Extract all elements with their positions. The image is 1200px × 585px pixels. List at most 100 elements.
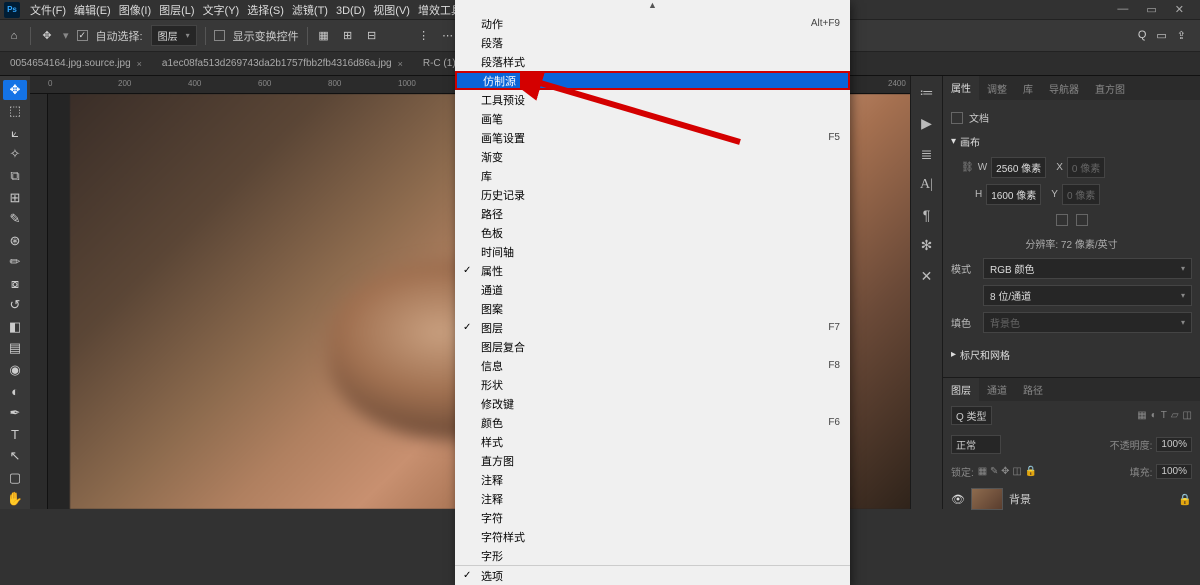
workspace-icon[interactable]: ▭ [1156, 29, 1166, 42]
rail-paragraph-icon[interactable]: ¶ [923, 207, 931, 223]
height-field[interactable]: 1600 像素 [986, 184, 1041, 205]
menu-item[interactable]: 渐变 [455, 147, 850, 166]
lasso-tool[interactable]: ⟀ [3, 123, 27, 143]
close-tab-icon[interactable]: × [398, 59, 403, 69]
history-brush-tool[interactable]: ↺ [3, 295, 27, 315]
panel-tab[interactable]: 属性 [943, 76, 979, 100]
menu-item[interactable]: 字形 [455, 546, 850, 565]
panel-tab[interactable]: 通道 [979, 378, 1015, 401]
menu-item[interactable]: 库 [455, 166, 850, 185]
auto-select-checkbox[interactable] [77, 30, 88, 41]
rail-icon-1[interactable]: ≔ [920, 84, 934, 101]
home-icon[interactable]: ⌂ [6, 28, 22, 44]
menu-item[interactable]: 动作Alt+F9 [455, 14, 850, 33]
marquee-tool[interactable]: ⬚ [3, 102, 27, 122]
share-icon[interactable]: ⇪ [1177, 29, 1186, 42]
menu-item[interactable]: 图案 [455, 299, 850, 318]
ruler-grid-section[interactable]: 标尺和网格 [960, 347, 1010, 362]
panel-tab[interactable]: 路径 [1015, 378, 1051, 401]
close-button[interactable]: ✕ [1171, 3, 1188, 16]
bit-depth-select[interactable]: 8 位/通道▾ [983, 285, 1192, 306]
menu-item[interactable]: 修改键 [455, 394, 850, 413]
align-icon[interactable]: ▦ [316, 28, 332, 44]
stamp-tool[interactable]: ⧇ [3, 274, 27, 294]
auto-select-target[interactable]: 图层▾ [151, 25, 197, 46]
menu-item[interactable]: 形状 [455, 375, 850, 394]
menu-item[interactable]: 通道 [455, 280, 850, 299]
menu-item[interactable]: ✓图层F7 [455, 318, 850, 337]
menu-item[interactable]: 图层复合 [455, 337, 850, 356]
menu-item[interactable]: 样式 [455, 432, 850, 451]
layer-kind-select[interactable]: Q 类型 [951, 406, 992, 425]
menu-图层(L)[interactable]: 图层(L) [155, 3, 198, 19]
type-tool[interactable]: T [3, 425, 27, 445]
portrait-icon[interactable] [1056, 214, 1068, 226]
rail-type-icon[interactable]: A| [920, 177, 933, 193]
menu-item[interactable]: 段落 [455, 33, 850, 52]
document-tab[interactable]: 0054654164.jpg.source.jpg× [0, 54, 152, 73]
brush-tool[interactable]: ✏ [3, 252, 27, 272]
fill-field[interactable]: 100% [1156, 464, 1192, 479]
y-field[interactable]: 0 像素 [1062, 184, 1100, 205]
gradient-tool[interactable]: ▤ [3, 339, 27, 359]
menu-item[interactable]: 注释 [455, 470, 850, 489]
crop-tool[interactable]: ⧉ [3, 166, 27, 186]
panel-tab[interactable]: 导航器 [1041, 77, 1087, 100]
menu-item[interactable]: 段落样式 [455, 52, 850, 71]
menu-item[interactable]: 工具预设 [455, 90, 850, 109]
menu-item[interactable]: 画笔 [455, 109, 850, 128]
frame-tool[interactable]: ⊞ [3, 188, 27, 208]
menu-item[interactable]: 字符 [455, 508, 850, 527]
menu-item-options[interactable]: ✓选项 [455, 566, 850, 585]
distribute-icon-2[interactable]: ⋯ [440, 28, 456, 44]
lock-icons[interactable]: ▦ ✎ ✥ ◫ 🔒 [978, 466, 1037, 477]
minimize-button[interactable]: — [1113, 3, 1132, 16]
eyedropper-tool[interactable]: ✎ [3, 209, 27, 229]
menu-滤镜(T)[interactable]: 滤镜(T) [288, 3, 332, 19]
menu-item[interactable]: 时间轴 [455, 242, 850, 261]
width-field[interactable]: 2560 像素 [991, 157, 1046, 178]
menu-编辑(E)[interactable]: 编辑(E) [70, 3, 115, 19]
menu-item[interactable]: ✓属性 [455, 261, 850, 280]
search-icon[interactable]: Q [1138, 29, 1147, 42]
menu-文件(F)[interactable]: 文件(F) [26, 3, 70, 19]
menu-图像(I)[interactable]: 图像(I) [115, 3, 155, 19]
wand-tool[interactable]: ✧ [3, 145, 27, 165]
close-tab-icon[interactable]: × [137, 59, 142, 69]
document-tab[interactable]: a1ec08fa513d269743da2b1757fbb2fb4316d86a… [152, 54, 413, 73]
menu-文字(Y)[interactable]: 文字(Y) [199, 3, 244, 19]
layer-row-background[interactable]: 👁 背景 🔒 [943, 484, 1200, 514]
filter-shape-icon[interactable]: ▱ [1171, 410, 1179, 421]
menu-视图(V)[interactable]: 视图(V) [369, 3, 414, 19]
opacity-field[interactable]: 100% [1156, 437, 1192, 452]
scroll-up-arrow[interactable]: ▲ [455, 0, 850, 14]
align-icon-3[interactable]: ⊟ [364, 28, 380, 44]
align-icon-2[interactable]: ⊞ [340, 28, 356, 44]
move-tool[interactable]: ✥ [3, 80, 27, 100]
rail-play-icon[interactable]: ▶ [921, 115, 932, 132]
blend-mode-select[interactable]: 正常 [951, 435, 1001, 454]
menu-item[interactable]: 路径 [455, 204, 850, 223]
panel-tab[interactable]: 图层 [943, 378, 979, 402]
fill-select[interactable]: 背景色▾ [983, 312, 1192, 333]
landscape-icon[interactable] [1076, 214, 1088, 226]
pen-tool[interactable]: ✒ [3, 403, 27, 423]
restore-button[interactable]: ▭ [1142, 3, 1160, 16]
filter-pixel-icon[interactable]: ▦ [1137, 410, 1146, 421]
hand-tool[interactable]: ✋ [3, 489, 27, 509]
menu-3D(D)[interactable]: 3D(D) [332, 3, 369, 19]
menu-item[interactable]: 画笔设置F5 [455, 128, 850, 147]
shape-tool[interactable]: ▢ [3, 468, 27, 488]
menu-item[interactable]: 字符样式 [455, 527, 850, 546]
menu-item[interactable]: 直方图 [455, 451, 850, 470]
color-mode-select[interactable]: RGB 颜色▾ [983, 258, 1192, 279]
path-tool[interactable]: ↖ [3, 446, 27, 466]
show-transform-checkbox[interactable] [214, 30, 225, 41]
eraser-tool[interactable]: ◧ [3, 317, 27, 337]
blur-tool[interactable]: ◉ [3, 360, 27, 380]
x-field[interactable]: 0 像素 [1067, 157, 1105, 178]
rail-tools-icon[interactable]: ✕ [921, 268, 933, 285]
menu-item[interactable]: 信息F8 [455, 356, 850, 375]
menu-item[interactable]: 历史记录 [455, 185, 850, 204]
healing-tool[interactable]: ⊛ [3, 231, 27, 251]
